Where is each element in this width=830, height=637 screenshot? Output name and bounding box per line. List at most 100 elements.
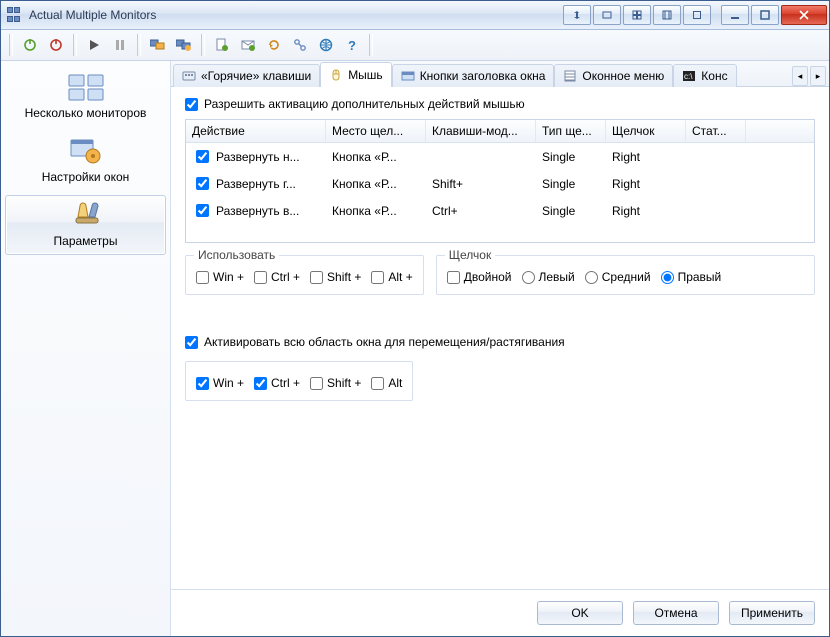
toolbar-help-icon[interactable]: ? xyxy=(340,33,364,57)
toolbar-windows2-icon[interactable] xyxy=(172,33,196,57)
maximize-button[interactable] xyxy=(751,5,779,25)
toolbar-doc-icon[interactable] xyxy=(210,33,234,57)
toolbar-globe-icon[interactable] xyxy=(314,33,338,57)
drag-alt[interactable]: Alt xyxy=(371,376,402,390)
use-alt[interactable]: Alt + xyxy=(371,270,412,284)
row-check[interactable] xyxy=(196,177,209,190)
use-win[interactable]: Win + xyxy=(196,270,244,284)
svg-text:c:\: c:\ xyxy=(684,72,693,81)
sidebar: Несколько мониторов Настройки окон Парам… xyxy=(1,61,171,636)
minimize-button[interactable] xyxy=(721,5,749,25)
drag-ctrl[interactable]: Ctrl + xyxy=(254,376,300,390)
actions-table-header: Действие Место щел... Клавиши-мод... Тип… xyxy=(186,120,814,143)
sidebar-item-monitors[interactable]: Несколько мониторов xyxy=(5,67,166,127)
mouse-icon xyxy=(329,68,343,82)
titlebar-extra-3[interactable] xyxy=(623,5,651,25)
cell-action: Развернуть г... xyxy=(216,177,296,191)
titlebar-extra-5[interactable] xyxy=(683,5,711,25)
tab-label: Мышь xyxy=(348,68,383,82)
ok-button[interactable]: OK xyxy=(537,601,623,625)
toolbar-pause-icon[interactable] xyxy=(108,33,132,57)
cell-action: Развернуть в... xyxy=(216,204,299,218)
col-action[interactable]: Действие xyxy=(186,120,326,142)
cancel-button[interactable]: Отмена xyxy=(633,601,719,625)
tab-title-buttons[interactable]: Кнопки заголовка окна xyxy=(392,64,555,87)
cell-click: Right xyxy=(606,145,686,168)
actions-table: Действие Место щел... Клавиши-мод... Тип… xyxy=(185,119,815,243)
table-row[interactable]: Развернуть н... Кнопка «Р... Single Righ… xyxy=(186,143,814,170)
col-place[interactable]: Место щел... xyxy=(326,120,426,142)
toolbar-mail-icon[interactable] xyxy=(236,33,260,57)
cell-place: Кнопка «Р... xyxy=(326,199,426,222)
col-type[interactable]: Тип ще... xyxy=(536,120,606,142)
window-settings-icon xyxy=(8,136,163,168)
cell-mods: Shift+ xyxy=(426,172,536,195)
toolbar-stop-icon[interactable] xyxy=(44,33,68,57)
tab-console[interactable]: c:\ Конс xyxy=(673,64,736,87)
sidebar-item-window-settings[interactable]: Настройки окон xyxy=(5,131,166,191)
table-row[interactable]: Развернуть г... Кнопка «Р... Shift+ Sing… xyxy=(186,170,814,197)
click-double[interactable]: Двойной xyxy=(447,270,512,284)
tabs-scroll-right[interactable]: ▸ xyxy=(810,66,826,86)
sidebar-item-options[interactable]: Параметры xyxy=(5,195,166,255)
titlebar[interactable]: Actual Multiple Monitors xyxy=(1,1,829,30)
titlebar-extra-1[interactable] xyxy=(563,5,591,25)
toolbar-play-icon[interactable] xyxy=(82,33,106,57)
click-right[interactable]: Правый xyxy=(661,270,722,284)
cell-stat xyxy=(686,172,746,195)
page-content: Разрешить активацию дополнительных дейст… xyxy=(171,87,829,589)
titlebar-extra-4[interactable] xyxy=(653,5,681,25)
col-click[interactable]: Щелчок xyxy=(606,120,686,142)
col-stat[interactable]: Стат... xyxy=(686,120,746,142)
row-check[interactable] xyxy=(196,204,209,217)
tab-hotkeys[interactable]: «Горячие» клавиши xyxy=(173,64,320,87)
cell-stat xyxy=(686,145,746,168)
cell-place: Кнопка «Р... xyxy=(326,145,426,168)
monitors-icon xyxy=(8,72,163,104)
activate-drag-checkbox[interactable]: Активировать всю область окна для переме… xyxy=(185,335,815,349)
app-window: Actual Multiple Monitors ? xyxy=(0,0,830,637)
titlebar-extra-2[interactable] xyxy=(593,5,621,25)
tab-label: Конс xyxy=(701,69,727,83)
cell-mods: Ctrl+ xyxy=(426,199,536,222)
activate-drag-label: Активировать всю область окна для переме… xyxy=(204,335,565,349)
enable-extra-mouse-label: Разрешить активацию дополнительных дейст… xyxy=(204,97,525,111)
window-menu-icon xyxy=(563,69,577,83)
row-check[interactable] xyxy=(196,150,209,163)
tab-mouse[interactable]: Мышь xyxy=(320,62,392,87)
sidebar-label: Параметры xyxy=(8,234,163,248)
click-group: Щелчок Двойной Левый Средний Правый xyxy=(436,255,815,295)
toolbar-refresh-icon[interactable] xyxy=(262,33,286,57)
drag-win[interactable]: Win + xyxy=(196,376,244,390)
title-buttons-icon xyxy=(401,69,415,83)
app-icon xyxy=(7,7,23,23)
window-title: Actual Multiple Monitors xyxy=(29,8,156,22)
tab-label: Кнопки заголовка окна xyxy=(420,69,546,83)
col-mods[interactable]: Клавиши-мод... xyxy=(426,120,536,142)
tabs-scroll-left[interactable]: ◂ xyxy=(792,66,808,86)
toolbar-power-icon[interactable] xyxy=(18,33,42,57)
enable-extra-mouse-checkbox[interactable]: Разрешить активацию дополнительных дейст… xyxy=(185,97,815,111)
click-middle[interactable]: Средний xyxy=(585,270,651,284)
cell-stat xyxy=(686,199,746,222)
apply-button[interactable]: Применить xyxy=(729,601,815,625)
toolbar-links-icon[interactable] xyxy=(288,33,312,57)
table-row[interactable]: Развернуть в... Кнопка «Р... Ctrl+ Singl… xyxy=(186,197,814,224)
drag-shift[interactable]: Shift + xyxy=(310,376,361,390)
use-ctrl[interactable]: Ctrl + xyxy=(254,270,300,284)
click-legend: Щелчок xyxy=(445,248,495,262)
use-shift[interactable]: Shift + xyxy=(310,270,361,284)
use-modifiers-group: Использовать Win + Ctrl + Shift + Alt + xyxy=(185,255,424,295)
cell-action: Развернуть н... xyxy=(216,150,300,164)
close-button[interactable] xyxy=(781,5,827,25)
console-icon: c:\ xyxy=(682,69,696,83)
enable-extra-mouse-input[interactable] xyxy=(185,98,198,111)
use-legend: Использовать xyxy=(194,248,279,262)
activate-drag-input[interactable] xyxy=(185,336,198,349)
tab-label: «Горячие» клавиши xyxy=(201,69,311,83)
click-left[interactable]: Левый xyxy=(522,270,575,284)
options-icon xyxy=(8,200,163,232)
toolbar-windows1-icon[interactable] xyxy=(146,33,170,57)
sidebar-label: Несколько мониторов xyxy=(8,106,163,120)
tab-window-menu[interactable]: Оконное меню xyxy=(554,64,673,87)
